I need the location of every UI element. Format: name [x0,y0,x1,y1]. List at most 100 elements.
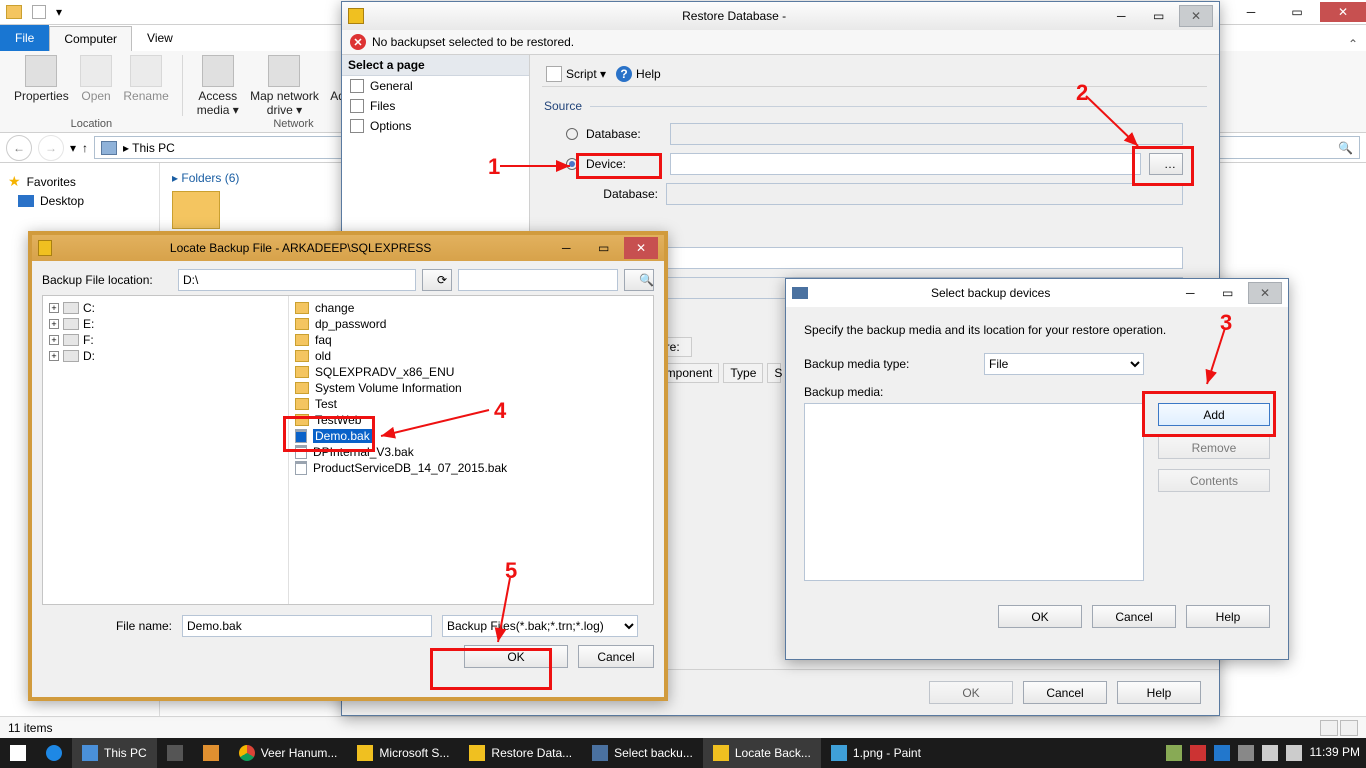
group-label-location: Location [0,118,183,130]
page-files[interactable]: Files [342,96,529,116]
taskbar-restore[interactable]: Restore Data... [459,738,582,768]
taskbar-locate[interactable]: Locate Back... [703,738,821,768]
media-type-select[interactable]: File [984,353,1144,375]
maximize-button[interactable]: ▭ [1211,282,1245,304]
folder-item[interactable]: change [293,300,649,316]
drive-f[interactable]: +F: [47,332,284,348]
close-button[interactable]: ✕ [1248,282,1282,304]
device-database-combo[interactable] [666,183,1183,205]
desktop-item[interactable]: Desktop [4,192,155,210]
taskbar-ssms[interactable]: Microsoft S... [347,738,459,768]
locate-titlebar[interactable]: Locate Backup File - ARKADEEP\SQLEXPRESS… [32,235,664,261]
expand-icon[interactable]: + [49,351,59,361]
drive-e[interactable]: +E: [47,316,284,332]
ribbon-collapse-icon[interactable]: ⌃ [1348,37,1358,51]
location-input[interactable] [178,269,416,291]
folder-item[interactable]: dp_password [293,316,649,332]
folder-item[interactable]: System Volume Information [293,380,649,396]
qat-icon[interactable] [32,5,46,19]
file-item[interactable]: ProductServiceDB_14_07_2015.bak [293,460,649,476]
script-button[interactable]: Script ▾ [546,66,606,82]
search-button[interactable]: 🔍 [624,269,654,291]
expand-icon[interactable]: + [49,319,59,329]
expand-icon[interactable]: + [49,303,59,313]
minimize-button[interactable]: ─ [1173,282,1207,304]
open-button[interactable]: Open [76,53,116,105]
view-toggle[interactable] [1320,720,1358,736]
close-button[interactable]: ✕ [624,237,658,259]
backupdev-title: Select backup devices [814,286,1167,300]
contents-button[interactable]: Contents [1158,469,1270,492]
clock[interactable]: 11:39 PM [1310,745,1360,761]
nav-back-button[interactable]: ← [6,135,32,161]
access-media-button[interactable]: Access media ▾ [193,53,243,119]
folder-item[interactable]: SQLEXPRADV_x86_ENU [293,364,649,380]
tab-view[interactable]: View [132,25,188,51]
maximize-button[interactable]: ▭ [587,237,621,259]
nav-forward-button[interactable]: → [38,135,64,161]
taskbar-selectbackup[interactable]: Select backu... [582,738,703,768]
ok-button[interactable]: OK [929,681,1013,704]
favorites-header[interactable]: ★Favorites [4,171,155,192]
taskbar-paint[interactable]: 1.png - Paint [821,738,931,768]
folder-item[interactable]: old [293,348,649,364]
properties-button[interactable]: Properties [10,53,73,105]
help-button[interactable]: ?Help [616,66,661,82]
remove-button[interactable]: Remove [1158,436,1270,459]
tab-file[interactable]: File [0,25,49,51]
maximize-button[interactable]: ▭ [1274,2,1320,22]
cancel-button[interactable]: Cancel [578,645,654,668]
minimize-button[interactable]: ─ [549,237,583,259]
start-button[interactable] [0,738,36,768]
taskbar-thispc[interactable]: This PC [72,738,157,768]
page-icon [350,79,364,93]
device-path-input[interactable] [670,153,1141,175]
minimize-button[interactable]: ─ [1104,5,1138,27]
taskbar-chrome[interactable]: Veer Hanum... [229,738,348,768]
map-drive-button[interactable]: Map network drive ▾ [246,53,323,119]
drive-d[interactable]: +D: [47,348,284,364]
taskbar-generic2[interactable] [193,738,229,768]
cancel-button[interactable]: Cancel [1023,681,1107,704]
database-radio[interactable] [566,128,578,140]
backupdev-titlebar[interactable]: Select backup devices ─ ▭ ✕ [786,279,1288,307]
nav-up-icon[interactable]: ↑ [82,141,88,155]
page-general[interactable]: General [342,76,529,96]
maximize-button[interactable]: ▭ [1142,5,1176,27]
backup-media-list[interactable] [804,403,1144,581]
drive-tree[interactable]: +C: +E: +F: +D: [43,296,289,604]
restore-titlebar[interactable]: Restore Database - ─ ▭ ✕ [342,2,1219,30]
tray-icon[interactable] [1166,745,1182,761]
folder-thumbnail[interactable] [172,191,220,229]
taskbar-generic1[interactable] [157,738,193,768]
ok-button[interactable]: OK [998,605,1082,628]
tray-icon[interactable] [1214,745,1230,761]
filter-input[interactable] [458,269,618,291]
drive-c[interactable]: +C: [47,300,284,316]
volume-icon[interactable] [1286,745,1302,761]
close-button[interactable]: ✕ [1320,2,1366,22]
minimize-button[interactable]: ─ [1228,2,1274,22]
close-button[interactable]: ✕ [1179,5,1213,27]
filetype-select[interactable]: Backup Files(*.bak;*.trn;*.log) [442,615,638,637]
help-button[interactable]: Help [1186,605,1270,628]
system-tray[interactable]: 11:39 PM [1166,745,1366,761]
folder-icon [295,334,309,346]
nav-history-icon[interactable]: ▾ [70,141,76,155]
tiles-view-icon[interactable] [1340,720,1358,736]
network-icon[interactable] [1262,745,1278,761]
details-view-icon[interactable] [1320,720,1338,736]
rename-button[interactable]: Rename [119,53,172,105]
ie-button[interactable] [36,738,72,768]
refresh-button[interactable]: ⟳ [422,269,452,291]
tray-icon[interactable] [1238,745,1254,761]
tab-computer[interactable]: Computer [49,26,132,51]
filename-input[interactable] [182,615,432,637]
help-button[interactable]: Help [1117,681,1201,704]
cancel-button[interactable]: Cancel [1092,605,1176,628]
tray-icon[interactable] [1190,745,1206,761]
folder-item[interactable]: faq [293,332,649,348]
page-options[interactable]: Options [342,116,529,136]
qat-dropdown-icon[interactable]: ▾ [56,5,62,19]
expand-icon[interactable]: + [49,335,59,345]
